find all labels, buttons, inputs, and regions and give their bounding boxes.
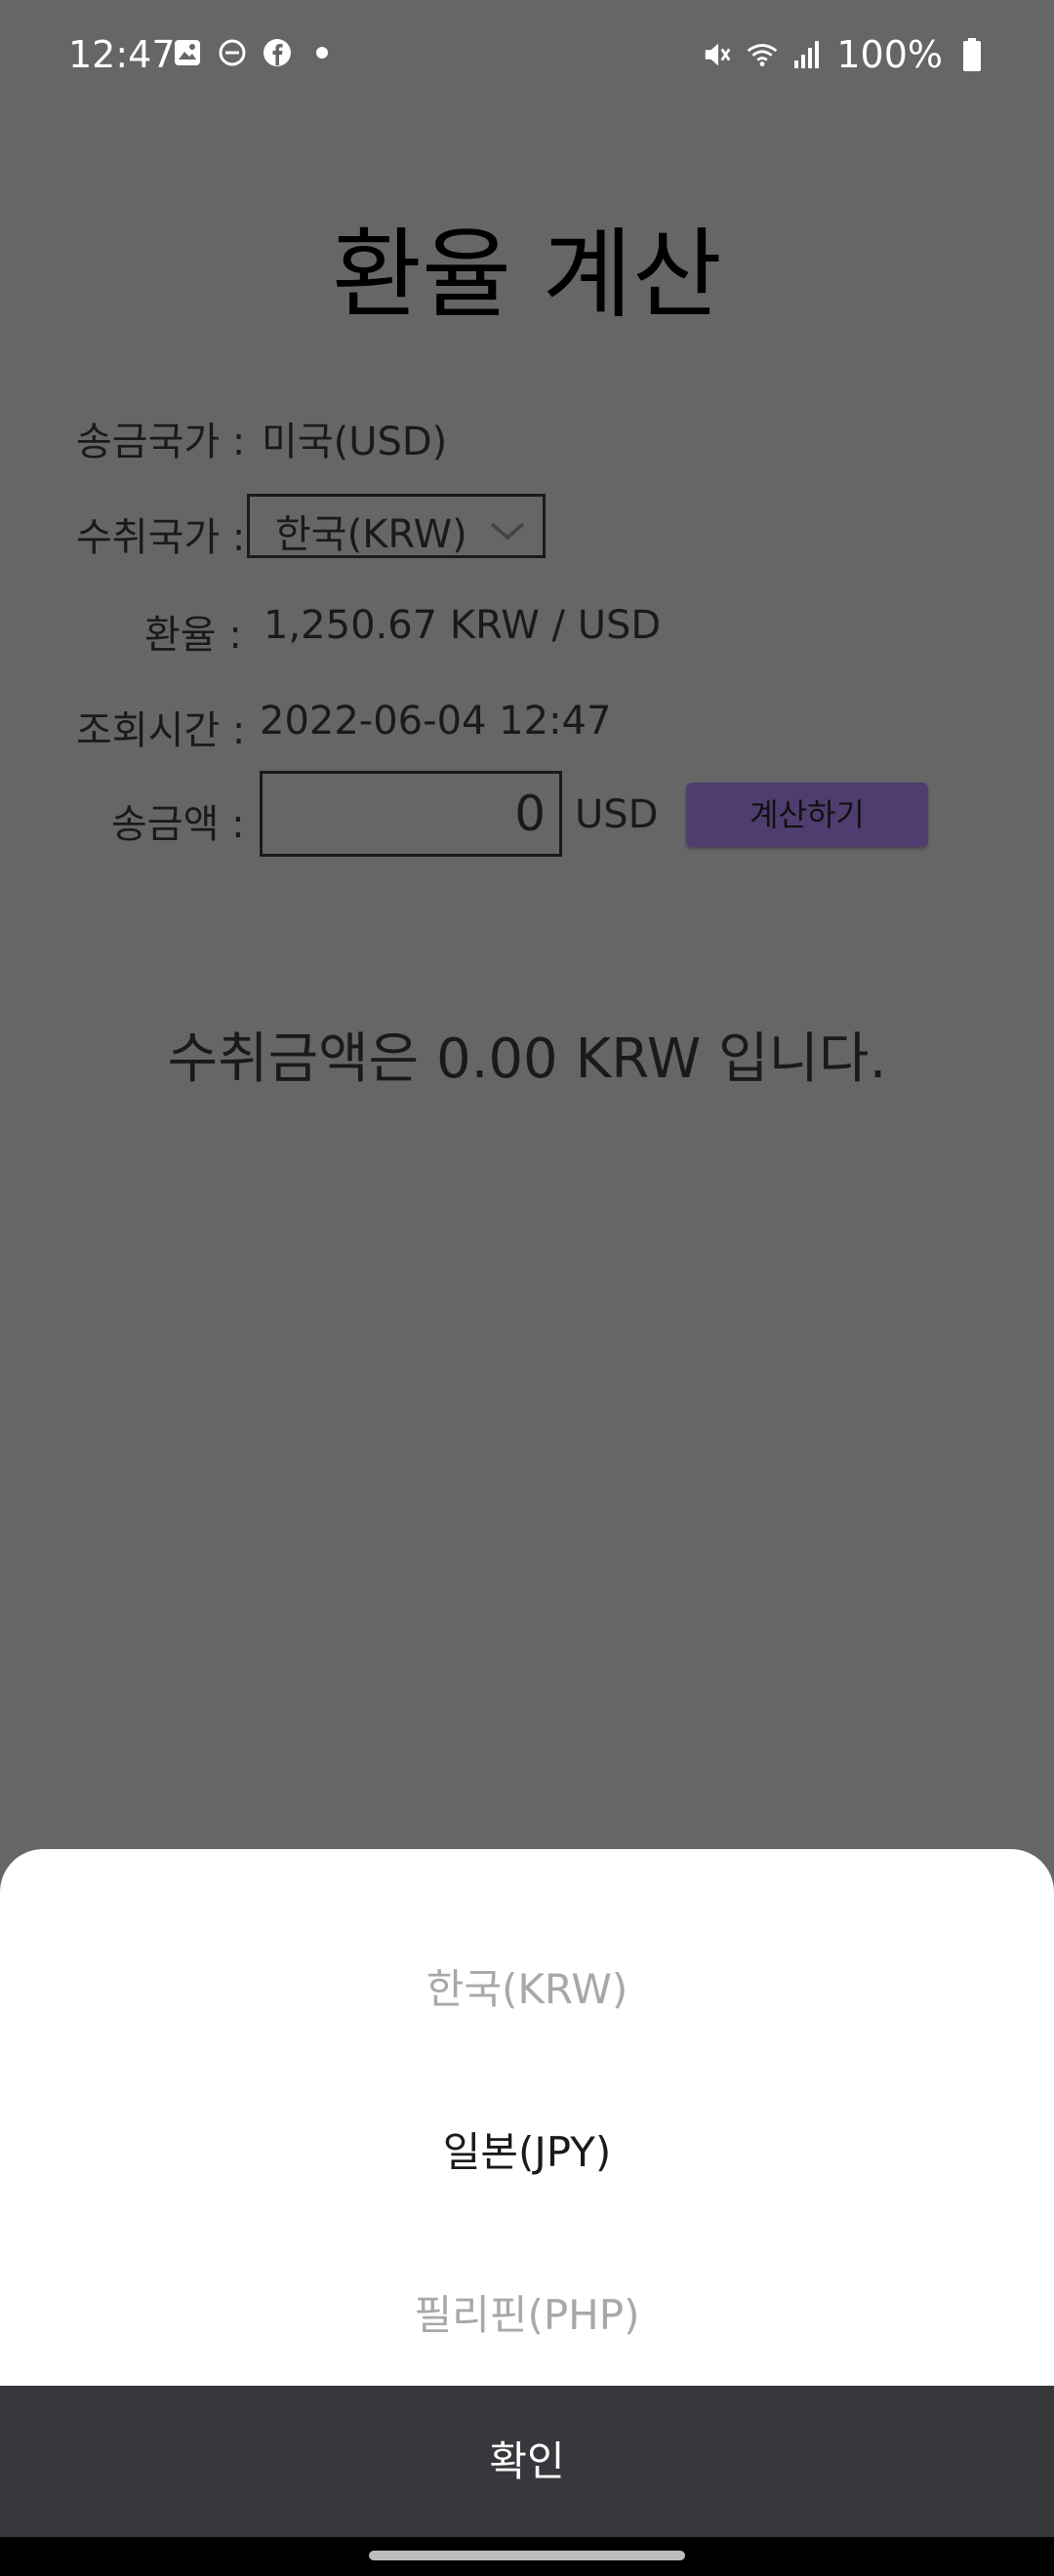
battery-level: 100% (836, 33, 943, 76)
picker-option-krw[interactable]: 한국(KRW) (0, 1956, 1054, 2016)
send-country-label: 송금국가 : (76, 420, 246, 464)
amount-unit: USD (575, 792, 659, 837)
battery-icon (956, 38, 988, 71)
page-title: 환율 계산 (332, 218, 722, 332)
send-country-value: 미국(USD) (262, 420, 448, 464)
amount-label: 송금액 : (111, 802, 245, 847)
navigation-bar (0, 2537, 1054, 2576)
status-time: 12:47 (68, 33, 176, 76)
receive-country-selected: 한국(KRW) (275, 512, 467, 557)
picker-sheet: 한국(KRW) 일본(JPY) 필리핀(PHP) (0, 1849, 1054, 2386)
status-icons-left (172, 37, 338, 68)
calculate-button[interactable]: 계산하기 (686, 783, 928, 847)
picker-option-jpy[interactable]: 일본(JPY) (0, 2119, 1054, 2179)
confirm-button[interactable]: 확인 (0, 2386, 1054, 2537)
chevron-down-icon (488, 510, 527, 555)
signal-icon (791, 39, 823, 70)
wifi-icon (747, 39, 778, 70)
rate-label: 환율 : (144, 613, 242, 658)
home-handle[interactable] (369, 2551, 685, 2560)
result-text: 수취금액은 0.00 KRW 입니다. (167, 1027, 887, 1091)
time-value: 2022-06-04 12:47 (260, 699, 612, 744)
receive-country-select[interactable]: 한국(KRW) (247, 494, 546, 558)
rate-value: 1,250.67 KRW / USD (264, 603, 662, 648)
dnd-icon (217, 37, 248, 68)
amount-input[interactable]: 0 (260, 771, 562, 857)
time-label: 조회시간 : (76, 708, 246, 753)
picker-option-php[interactable]: 필리핀(PHP) (0, 2282, 1054, 2342)
dot-icon (306, 37, 338, 68)
receive-country-label: 수취국가 : (76, 515, 246, 560)
status-bar: 12:47 100% (0, 0, 1054, 113)
mute-icon (702, 39, 733, 70)
facebook-icon (262, 37, 293, 68)
status-icons-right: 100% (702, 33, 988, 76)
gallery-icon (172, 37, 203, 68)
